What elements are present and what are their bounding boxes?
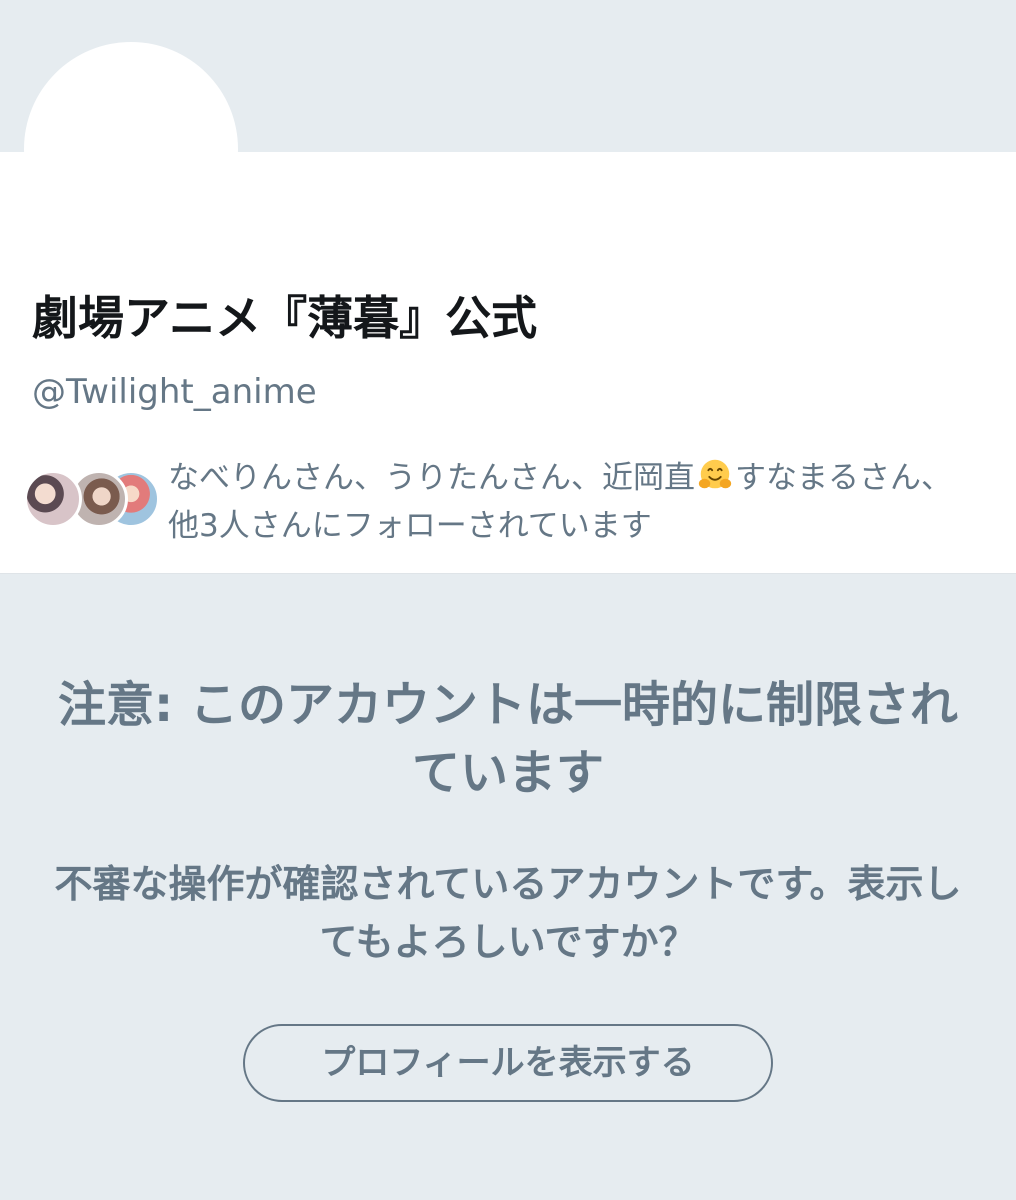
notice-title: 注意: このアカウントは一時的に制限されています xyxy=(58,677,958,801)
view-profile-button[interactable]: プロフィールを表示する xyxy=(243,1024,773,1102)
follower-facepile xyxy=(24,470,160,534)
notice-body: 不審な操作が確認されているアカウントです。表示してもよろしいですか？ xyxy=(54,862,962,964)
followed-by-row[interactable]: なべりんさん、うりたんさん、近岡直 すなまるさん、他3人さんにフォローされています xyxy=(24,452,984,552)
hugging-face-emoji-icon xyxy=(698,459,732,489)
restricted-account-notice: 注意: このアカウントは一時的に制限されています 不審な操作が確認されているアカ… xyxy=(0,573,1016,1200)
follower-avatar-1 xyxy=(24,470,82,528)
followed-by-text: なべりんさん、うりたんさん、近岡直 すなまるさん、他3人さんにフォローされています xyxy=(168,454,980,550)
profile-avatar[interactable] xyxy=(24,42,238,256)
profile-display-name: 劇場アニメ『薄暮』公式 xyxy=(32,291,538,345)
profile-handle: @Twilight_anime xyxy=(32,372,317,412)
followed-by-text-start: なべりんさん、うりたんさん、近岡直 xyxy=(168,460,695,496)
